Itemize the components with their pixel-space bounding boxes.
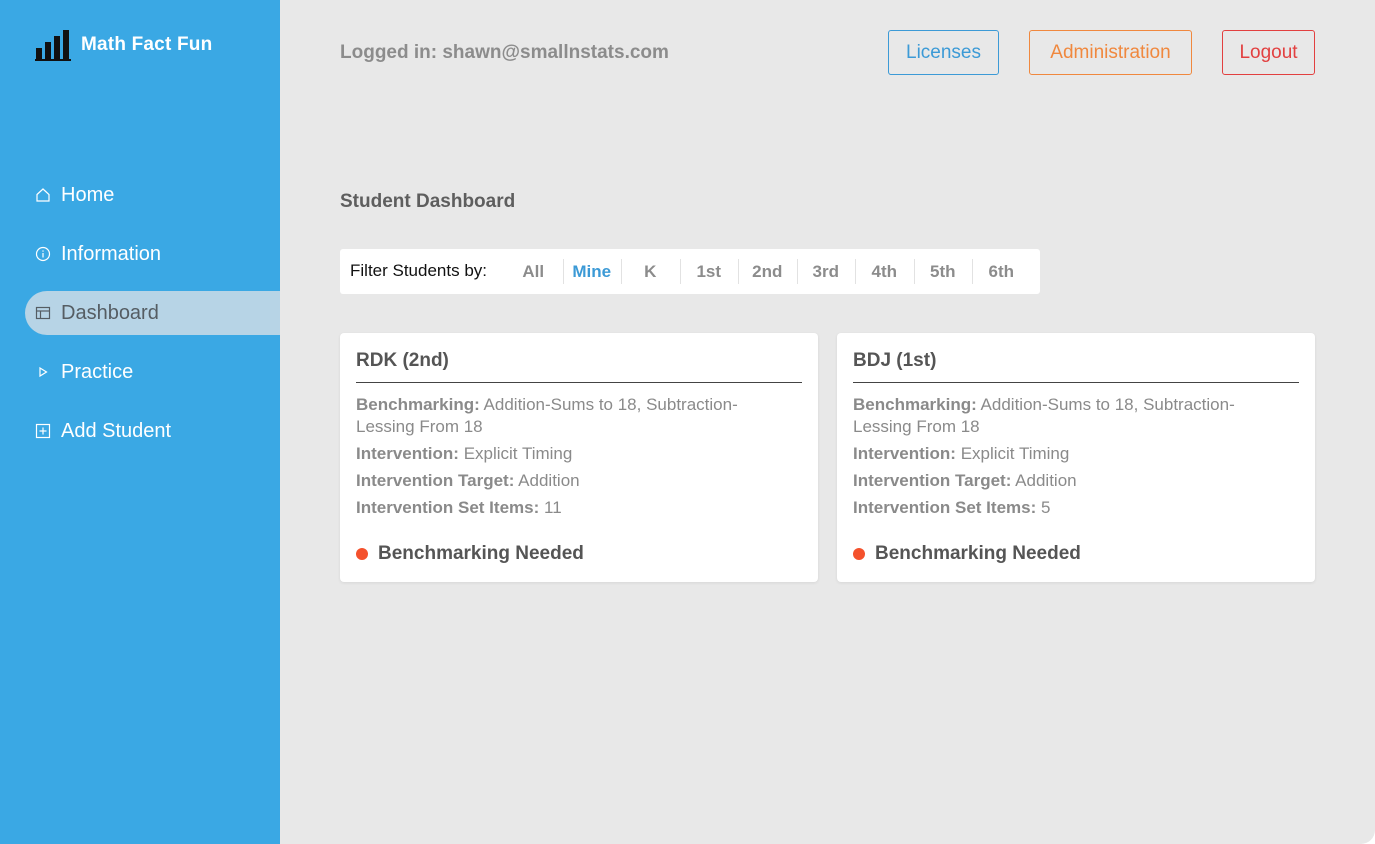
play-icon	[39, 366, 48, 378]
intervention-value: Explicit Timing	[960, 444, 1070, 463]
benchmarking-field: Benchmarking: Addition-Sums to 18, Subtr…	[853, 394, 1275, 438]
filter-option-k[interactable]: K	[621, 249, 680, 294]
field-label: Intervention:	[853, 444, 956, 463]
sidebar-item-add-student[interactable]: Add Student	[25, 409, 280, 453]
filter-option-4th[interactable]: 4th	[855, 249, 914, 294]
filter-option-1st[interactable]: 1st	[679, 249, 739, 294]
student-card[interactable]: BDJ (1st) Benchmarking: Addition-Sums to…	[837, 333, 1315, 582]
filter-option-3rd[interactable]: 3rd	[796, 249, 856, 294]
app-window: Math Fact Fun Home Information Dashboard	[0, 0, 1375, 844]
status-dot-icon	[356, 548, 368, 560]
filter-options: All Mine K 1st 2nd 3rd 4th 5th 6th	[504, 249, 1031, 294]
filter-bar: Filter Students by: All Mine K 1st 2nd 3…	[340, 249, 1040, 294]
field-label: Intervention Set Items:	[356, 498, 540, 517]
status-badge: Benchmarking Needed	[356, 543, 584, 565]
sidebar-item-label: Add Student	[61, 419, 172, 442]
sidebar-item-practice[interactable]: Practice	[25, 350, 280, 394]
sidebar-item-information[interactable]: Information	[25, 232, 280, 276]
logged-in-user: Logged in: shawn@smallnstats.com	[340, 42, 669, 63]
status-badge: Benchmarking Needed	[853, 543, 1081, 565]
intervention-set-items-value: 5	[1041, 498, 1051, 517]
intervention-set-items-field: Intervention Set Items: 11	[356, 497, 778, 519]
status-text: Benchmarking Needed	[378, 543, 584, 564]
sidebar-item-label: Dashboard	[61, 301, 159, 324]
sidebar: Math Fact Fun Home Information Dashboard	[0, 0, 280, 844]
card-divider	[356, 382, 802, 383]
intervention-set-items-value: 11	[544, 498, 562, 517]
sidebar-item-label: Information	[61, 242, 162, 265]
intervention-field: Intervention: Explicit Timing	[853, 443, 1275, 465]
field-label: Benchmarking:	[356, 395, 480, 414]
field-label: Intervention Set Items:	[853, 498, 1037, 517]
intervention-target-field: Intervention Target: Addition	[356, 470, 778, 492]
card-divider	[853, 382, 1299, 383]
dashboard-icon	[35, 306, 51, 320]
status-text: Benchmarking Needed	[875, 543, 1081, 564]
card-details: Benchmarking: Addition-Sums to 18, Subtr…	[356, 394, 778, 524]
field-label: Benchmarking:	[853, 395, 977, 414]
logout-button[interactable]: Logout	[1222, 30, 1315, 75]
student-name: RDK (2nd)	[356, 350, 449, 371]
page-title: Student Dashboard	[340, 191, 516, 212]
intervention-field: Intervention: Explicit Timing	[356, 443, 778, 465]
intervention-value: Explicit Timing	[463, 444, 573, 463]
add-icon	[35, 423, 51, 439]
bar-chart-logo-icon	[35, 30, 71, 61]
sidebar-item-dashboard[interactable]: Dashboard	[25, 291, 280, 335]
field-label: Intervention Target:	[853, 471, 1012, 490]
filter-option-6th[interactable]: 6th	[972, 249, 1031, 294]
benchmarking-field: Benchmarking: Addition-Sums to 18, Subtr…	[356, 394, 778, 438]
brand[interactable]: Math Fact Fun	[35, 28, 212, 62]
sidebar-item-label: Home	[61, 183, 115, 206]
filter-option-mine[interactable]: Mine	[562, 249, 622, 294]
intervention-target-field: Intervention Target: Addition	[853, 470, 1275, 492]
home-icon	[36, 188, 50, 202]
intervention-set-items-field: Intervention Set Items: 5	[853, 497, 1275, 519]
licenses-button[interactable]: Licenses	[888, 30, 999, 75]
filter-option-2nd[interactable]: 2nd	[738, 249, 797, 294]
field-label: Intervention:	[356, 444, 459, 463]
filter-option-5th[interactable]: 5th	[913, 249, 973, 294]
info-icon	[35, 246, 51, 262]
card-details: Benchmarking: Addition-Sums to 18, Subtr…	[853, 394, 1275, 524]
app-title: Math Fact Fun	[81, 34, 213, 55]
intervention-target-value: Addition	[1015, 471, 1077, 490]
filter-label: Filter Students by:	[350, 261, 488, 280]
student-card[interactable]: RDK (2nd) Benchmarking: Addition-Sums to…	[340, 333, 818, 582]
administration-button[interactable]: Administration	[1029, 30, 1192, 75]
sidebar-item-home[interactable]: Home	[25, 173, 280, 217]
filter-option-all[interactable]: All	[504, 249, 563, 294]
intervention-target-value: Addition	[518, 471, 580, 490]
student-name: BDJ (1st)	[853, 350, 937, 371]
sidebar-item-label: Practice	[61, 360, 134, 383]
status-dot-icon	[853, 548, 865, 560]
field-label: Intervention Target:	[356, 471, 515, 490]
